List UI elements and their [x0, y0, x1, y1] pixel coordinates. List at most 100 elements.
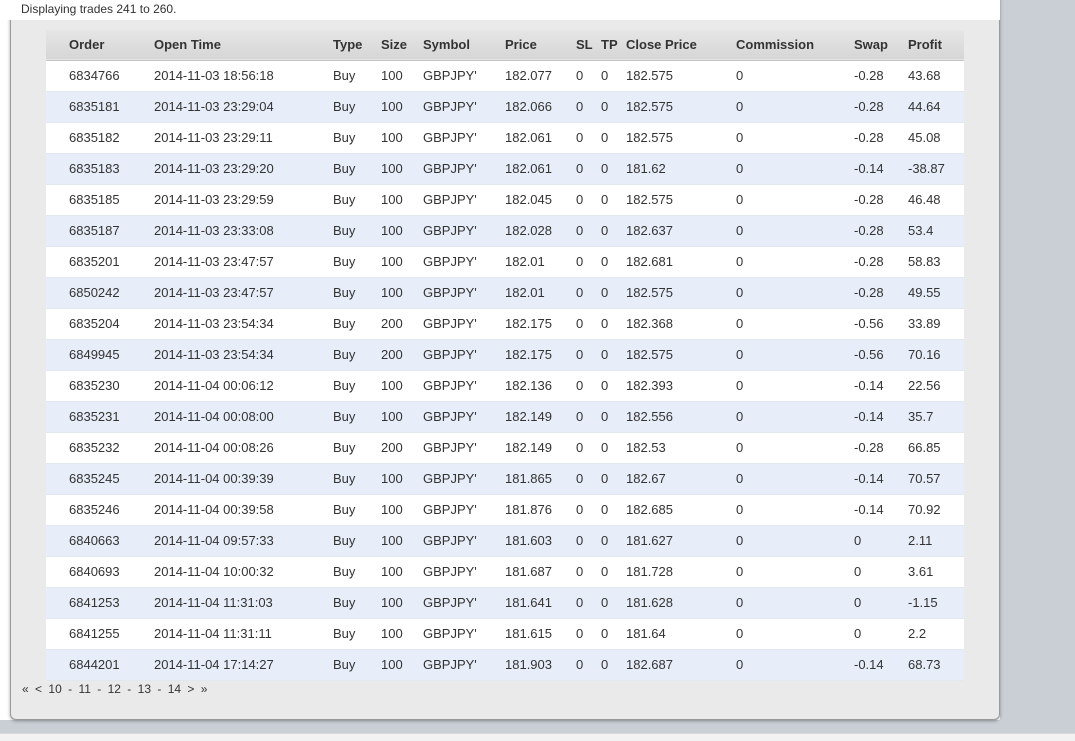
sl-cell: 0: [576, 223, 584, 238]
symbol-cell: GBPJPY': [423, 192, 477, 207]
pager-prev-link[interactable]: <: [35, 682, 42, 696]
close-price-cell: 181.64: [626, 626, 666, 641]
sl-cell: 0: [576, 626, 584, 641]
symbol-cell: GBPJPY': [423, 595, 477, 610]
symbol-cell: GBPJPY': [423, 347, 477, 362]
commission-cell: 0: [736, 192, 744, 207]
open-time-cell: 2014-11-04 00:08:26: [154, 440, 274, 455]
header-sl[interactable]: SL: [576, 30, 601, 60]
open-time-cell: 2014-11-04 00:08:00: [154, 409, 274, 424]
type-cell: Buy: [333, 99, 356, 114]
size-cell: 100: [381, 68, 403, 83]
pager-page-10[interactable]: 10: [48, 682, 61, 696]
header-open-time[interactable]: Open Time: [154, 30, 333, 60]
type-cell: Buy: [333, 378, 356, 393]
pager-page-13[interactable]: 13: [138, 682, 151, 696]
order-cell: 6844201: [69, 657, 120, 672]
size-cell: 100: [381, 409, 403, 424]
trades-table: Order Open Time Type Size Symbol Price S…: [46, 30, 964, 681]
open-time-cell: 2014-11-04 17:14:27: [154, 657, 274, 672]
table-body: 6834766 2014-11-03 18:56:18 Buy 100 GBPJPY' 1…: [46, 60, 964, 680]
commission-cell: 0: [736, 254, 744, 269]
pager-next-link[interactable]: >: [187, 682, 194, 696]
header-close-price[interactable]: Close Price: [626, 30, 736, 60]
header-profit[interactable]: Profit: [908, 30, 964, 60]
header-row: Order Open Time Type Size Symbol Price S…: [46, 30, 964, 60]
commission-cell: 0: [736, 130, 744, 145]
symbol-cell: GBPJPY': [423, 68, 477, 83]
header-size[interactable]: Size: [381, 30, 423, 60]
commission-cell: 0: [736, 347, 744, 362]
tp-cell: 0: [601, 440, 609, 455]
profit-cell: 3.61: [908, 564, 934, 579]
header-commission[interactable]: Commission: [736, 30, 854, 60]
profit-cell: -38.87: [908, 161, 945, 176]
profit-cell: 68.73: [908, 657, 941, 672]
open-time-cell: 2014-11-03 23:54:34: [154, 347, 274, 362]
symbol-cell: GBPJPY': [423, 409, 477, 424]
price-cell: 182.077: [505, 68, 552, 83]
swap-cell: -0.14: [854, 657, 884, 672]
pager-separator: -: [97, 682, 102, 696]
profit-cell: 33.89: [908, 316, 941, 331]
close-price-cell: 182.685: [626, 502, 673, 517]
open-time-cell: 2014-11-03 23:47:57: [154, 285, 274, 300]
sl-cell: 0: [576, 161, 584, 176]
commission-cell: 0: [736, 595, 744, 610]
header-swap[interactable]: Swap: [854, 30, 908, 60]
tp-cell: 0: [601, 378, 609, 393]
table-header: Order Open Time Type Size Symbol Price S…: [46, 30, 964, 60]
table-row: 6835245 2014-11-04 00:39:39 Buy 100 GBPJPY' 1…: [46, 463, 964, 494]
header-symbol[interactable]: Symbol: [423, 30, 505, 60]
table-row: 6835230 2014-11-04 00:06:12 Buy 100 GBPJPY' 1…: [46, 370, 964, 401]
pager-last-link[interactable]: »: [201, 682, 208, 696]
tp-cell: 0: [601, 161, 609, 176]
order-cell: 6835182: [69, 130, 120, 145]
horizontal-scrollbar[interactable]: [0, 733, 1075, 741]
size-cell: 100: [381, 595, 403, 610]
profit-cell: -1.15: [908, 595, 938, 610]
header-price[interactable]: Price: [505, 30, 576, 60]
pager-first-link[interactable]: «: [22, 682, 29, 696]
tp-cell: 0: [601, 564, 609, 579]
profit-cell: 22.56: [908, 378, 941, 393]
profit-cell: 43.68: [908, 68, 941, 83]
swap-cell: -0.14: [854, 409, 884, 424]
open-time-cell: 2014-11-03 23:29:20: [154, 161, 274, 176]
order-cell: 6835232: [69, 440, 120, 455]
pager-page-12[interactable]: 12: [108, 682, 121, 696]
header-tp[interactable]: TP: [601, 30, 626, 60]
close-price-cell: 182.575: [626, 130, 673, 145]
symbol-cell: GBPJPY': [423, 440, 477, 455]
price-cell: 182.149: [505, 440, 552, 455]
price-cell: 182.175: [505, 347, 552, 362]
size-cell: 200: [381, 347, 403, 362]
header-order[interactable]: Order: [46, 30, 154, 60]
sl-cell: 0: [576, 99, 584, 114]
swap-cell: -0.14: [854, 161, 884, 176]
profit-cell: 53.4: [908, 223, 934, 238]
type-cell: Buy: [333, 409, 356, 424]
swap-cell: 0: [854, 564, 862, 579]
tp-cell: 0: [601, 192, 609, 207]
swap-cell: -0.28: [854, 68, 884, 83]
commission-cell: 0: [736, 564, 744, 579]
tp-cell: 0: [601, 595, 609, 610]
order-cell: 6840693: [69, 564, 120, 579]
order-cell: 6835230: [69, 378, 120, 393]
close-price-cell: 182.556: [626, 409, 673, 424]
close-price-cell: 182.681: [626, 254, 673, 269]
price-cell: 181.615: [505, 626, 552, 641]
pager-separator: -: [68, 682, 73, 696]
tp-cell: 0: [601, 409, 609, 424]
swap-cell: -0.28: [854, 130, 884, 145]
pager-page-11[interactable]: 11: [78, 682, 90, 696]
sl-cell: 0: [576, 378, 584, 393]
profit-cell: 44.64: [908, 99, 941, 114]
type-cell: Buy: [333, 223, 356, 238]
type-cell: Buy: [333, 316, 356, 331]
symbol-cell: GBPJPY': [423, 471, 477, 486]
symbol-cell: GBPJPY': [423, 254, 477, 269]
header-type[interactable]: Type: [333, 30, 381, 60]
pager-page-14[interactable]: 14: [168, 682, 181, 696]
